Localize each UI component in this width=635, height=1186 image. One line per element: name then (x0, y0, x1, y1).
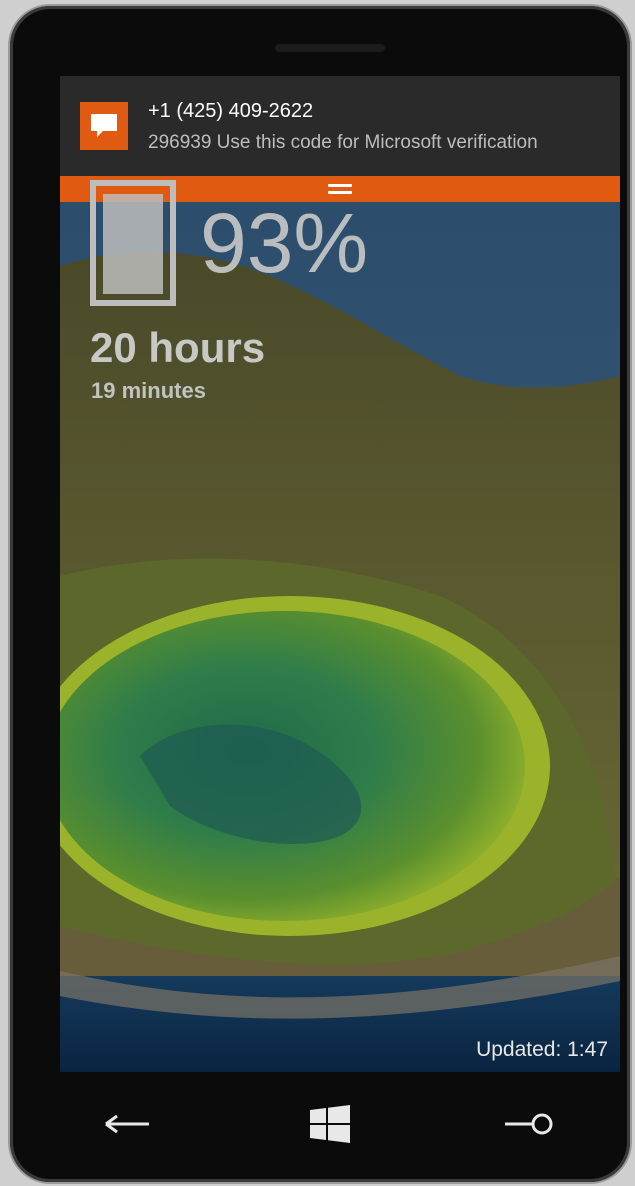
notification-sender: +1 (425) 409-2622 (148, 100, 314, 122)
windows-logo-icon[interactable] (300, 1094, 360, 1154)
battery-time-minutes: 19 minutes (91, 378, 206, 403)
back-arrow-icon[interactable] (98, 1094, 158, 1154)
notification-message: 296939 Use this code for Microsoft verif… (148, 132, 538, 153)
battery-percentage: 93% (200, 196, 369, 290)
earpiece-speaker (275, 44, 385, 52)
battery-time-hours: 20 hours (90, 324, 266, 371)
grip-icon (328, 184, 352, 194)
updated-timestamp: Updated: 1:47 (476, 1038, 608, 1061)
message-icon (80, 102, 128, 150)
search-icon[interactable] (498, 1094, 558, 1154)
phone-frame: +1 (425) 409-2622 296939 Use this code f… (10, 6, 630, 1182)
lock-screen[interactable]: +1 (425) 409-2622 296939 Use this code f… (60, 76, 620, 1072)
notification-toast[interactable]: +1 (425) 409-2622 296939 Use this code f… (60, 76, 620, 176)
battery-icon (90, 180, 176, 306)
